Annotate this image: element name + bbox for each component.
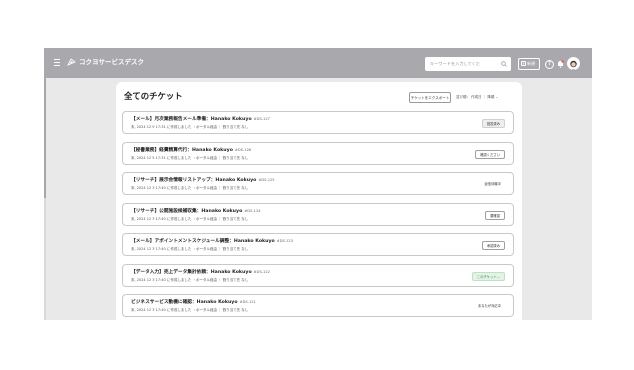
ticket-assignee: Hanako Kokuyo: [196, 300, 238, 305]
ticket-id: #DS-124: [244, 208, 261, 213]
notification-icon[interactable]: [557, 60, 564, 68]
ticket-title-text: アポイントメントスケジュール調整: [154, 239, 230, 244]
ticket-meta: 末, 2024 12 3 17:40 に作成しました ・ポータル経由 ｜ 割り当…: [131, 277, 249, 282]
ticket-title-text: 経費精算代行: [159, 147, 188, 153]
ticket-status-badge: あなたが対応中: [477, 304, 501, 308]
ticket-category: 【メール】: [131, 117, 155, 122]
ticket-id: #DS-127: [253, 117, 270, 121]
ticket-assignee: Hanako Kokuyo: [210, 269, 252, 275]
avatar-image: [570, 60, 577, 70]
ticket-assignee: Hanako Kokuyo: [215, 178, 257, 183]
search-icon[interactable]: [501, 61, 507, 67]
ticket-status-badge: 承認済み: [481, 241, 505, 250]
ticket-meta: 末, 2024 12 3 17:40 に作成しました ・ポータル経由 ｜ 割り当…: [131, 308, 249, 312]
ticket-id: #DS-126: [234, 147, 252, 152]
ticket-id: #DS-122: [253, 269, 270, 274]
ticket-status-badge: 要確認: [485, 210, 505, 220]
ticket-id: #DS-123: [276, 239, 293, 243]
ticket-meta: 末, 2024 12 3 17:40 に作成しました ・ポータル経由 ｜ 割り当…: [131, 186, 249, 190]
scrollbar-thumb[interactable]: [44, 78, 46, 198]
ticket-card[interactable]: 【リサーチ】展示会情報リストアップ：Hanako Kokuyo #DS-125 末,…: [122, 172, 514, 195]
ticket-title-text: 展示会情報リストアップ: [159, 178, 211, 183]
ticket-title[interactable]: 【メール】月次業務報告メール準備：Hanako Kokuyo #DS-127: [131, 116, 270, 123]
ticket-meta: 末, 2024 12 9 17:31 に作成しました ・ポータル経由 ｜ 割り当…: [131, 125, 249, 129]
ticket-assignee: Hanako Kokuyo: [191, 147, 233, 153]
page-title: 全てのチケット: [124, 91, 183, 101]
ticket-card[interactable]: 【データ入力】売上データ集計依頼：Hanako Kokuyo #DS-122 末, …: [122, 263, 514, 287]
ticket-status-badge: 回答済み: [481, 119, 505, 128]
ticket-assignee: Hanako Kokuyo: [233, 239, 275, 244]
ticket-title-text: 公開施設候補収集: [159, 208, 197, 214]
ticket-category: 【リサーチ】: [131, 208, 160, 214]
ticket-status-badge: 確認ください: [475, 149, 505, 159]
ticket-meta: 末, 2024 12 5 17:31 に作成しました ・ポータル経由 ｜ 割り当…: [131, 155, 249, 160]
export-tickets-button[interactable]: チケットをエクスポート: [409, 92, 451, 103]
ticket-assignee: Hanako Kokuyo: [201, 208, 243, 214]
ticket-category: 【データ入力】: [131, 269, 164, 275]
ticket-status-badge: このチケット…: [471, 271, 505, 281]
new-button-label: 新規: [527, 61, 535, 66]
ticket-id: #DS-125: [258, 178, 275, 182]
top-bar: コクヨサービスデスク + 新規 ?: [44, 48, 592, 78]
menu-icon[interactable]: [54, 59, 60, 66]
ticket-category: 【リサーチ】: [131, 178, 160, 183]
new-ticket-button[interactable]: + 新規: [518, 58, 540, 70]
ticket-title-text: 月次業務報告メール準備: [154, 117, 207, 122]
ticket-title[interactable]: 【メール】アポイントメントスケジュール調整：Hanako Kokuyo #DS-1…: [131, 238, 293, 245]
ticket-card[interactable]: 【メール】アポイントメントスケジュール調整：Hanako Kokuyo #DS-1…: [122, 233, 514, 256]
help-icon[interactable]: ?: [545, 60, 554, 69]
ticket-card[interactable]: 【メール】月次業務報告メール準備：Hanako Kokuyo #DS-127 末, …: [122, 111, 514, 134]
plus-icon: +: [521, 61, 526, 66]
ticket-category: 【秘書業務】: [131, 147, 160, 153]
ticket-assignee: Hanako Kokuyo: [210, 117, 252, 122]
ticket-meta: 末, 2024 12 3 17:40 に作成しました ・ポータル経由 ｜ 割り当…: [131, 216, 249, 221]
app-title: コクヨサービスデスク: [79, 58, 144, 66]
ticket-title[interactable]: 【秘書業務】経費精算代行：Hanako Kokuyo #DS-126: [131, 147, 251, 154]
ticket-title[interactable]: 【リサーチ】展示会情報リストアップ：Hanako Kokuyo #DS-125: [131, 177, 275, 184]
logo-icon: [67, 58, 76, 66]
search-input[interactable]: [430, 57, 500, 71]
ticket-card[interactable]: 【秘書業務】経費精算代行：Hanako Kokuyo #DS-126 末, 2024…: [122, 141, 514, 165]
ticket-meta: 末, 2024 12 3 17:40 に作成しました ・ポータル経由 ｜ 割り当…: [131, 247, 249, 251]
ticket-title[interactable]: 【リサーチ】公開施設候補収集：Hanako Kokuyo #DS-124: [131, 208, 261, 215]
ticket-panel: 全てのチケット チケットをエクスポート 並び順： 作成日 ｜ 降順 ⌄ 【メール…: [116, 82, 522, 320]
ticket-category: 【メール】: [131, 239, 155, 244]
ticket-title-text: 売上データ集計依頼: [163, 269, 207, 275]
ticket-status-badge: 返信待機中: [484, 182, 501, 186]
ticket-title[interactable]: ビジネスサービス動機に確認：Hanako Kokuyo #DS-121: [131, 299, 256, 306]
ticket-title[interactable]: 【データ入力】売上データ集計依頼：Hanako Kokuyo #DS-122: [131, 269, 270, 276]
ticket-card[interactable]: 【リサーチ】公開施設候補収集：Hanako Kokuyo #DS-124 末, 20…: [122, 202, 514, 226]
app-window: コクヨサービスデスク + 新規 ?: [44, 48, 592, 320]
ticket-card[interactable]: ビジネスサービス動機に確認：Hanako Kokuyo #DS-121 末, 202…: [122, 294, 514, 317]
screen: コクヨサービスデスク + 新規 ?: [0, 0, 634, 370]
ticket-title-text: ビジネスサービス動機に確認: [131, 300, 192, 305]
sort-control[interactable]: 並び順： 作成日 ｜ 降順 ⌄: [456, 94, 498, 100]
ticket-id: #DS-121: [239, 300, 256, 304]
search-box[interactable]: [425, 57, 511, 71]
user-avatar[interactable]: [567, 57, 580, 70]
